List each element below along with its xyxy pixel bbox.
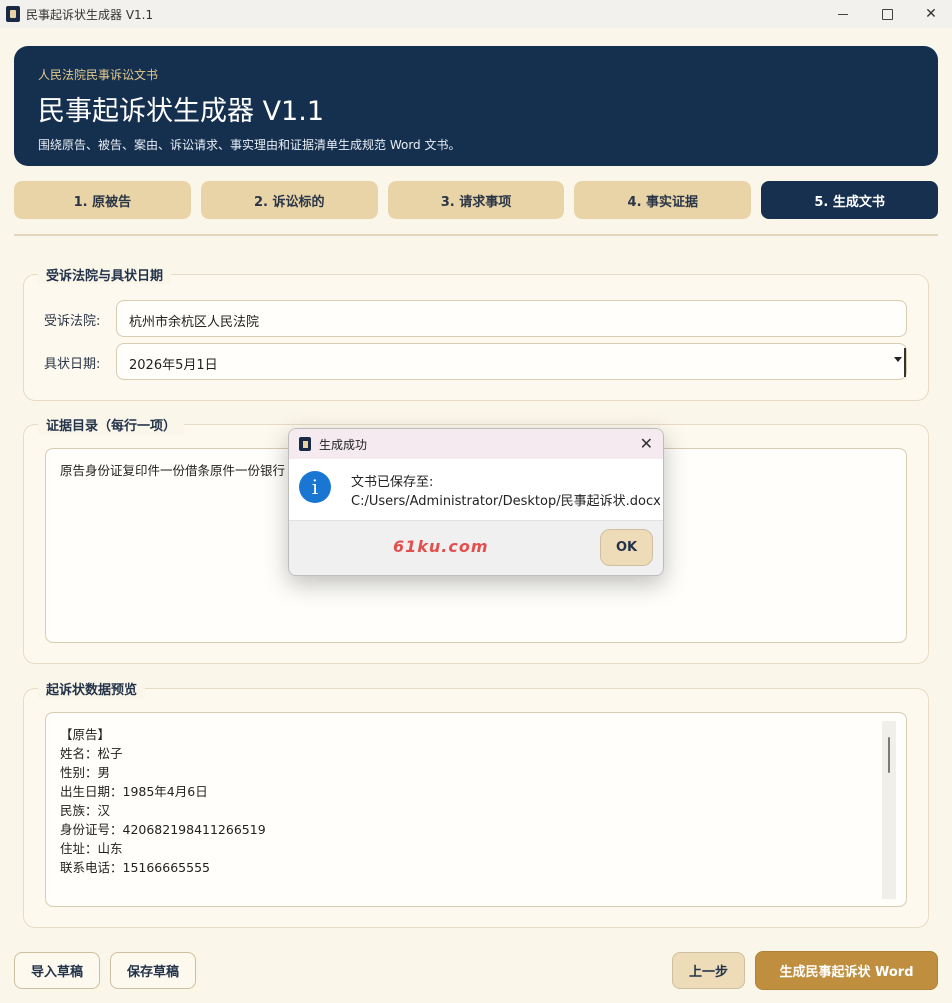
preview-line: 联系电话：15166665555	[60, 860, 210, 875]
date-value: 2026年5月1日	[129, 358, 218, 373]
preview-line: 【原告】	[60, 727, 111, 742]
preview-textarea[interactable]: 【原告】 姓名：松子 性别：男 出生日期：1985年4月6日 民族：汉 身份证号…	[45, 712, 907, 907]
ok-button[interactable]: OK	[600, 529, 653, 566]
chevron-down-icon[interactable]	[894, 357, 902, 362]
dialog-title-bar: 生成成功 ✕	[289, 429, 663, 459]
preview-line: 出生日期：1985年4月6日	[60, 784, 208, 799]
preview-line: 身份证号：420682198411266519	[60, 822, 266, 837]
title-bar: 民事起诉状生成器 V1.1 ✕	[0, 0, 952, 28]
court-group-title: 受诉法院与具状日期	[38, 265, 172, 284]
preview-group-title: 起诉状数据预览	[38, 679, 146, 698]
preview-line: 住址：山东	[60, 841, 123, 856]
tab-claims[interactable]: 3. 请求事项	[387, 181, 565, 219]
app-icon	[299, 437, 311, 451]
app-icon	[6, 6, 20, 22]
court-label: 受诉法院:	[44, 314, 101, 329]
scrollbar-thumb[interactable]	[888, 737, 890, 773]
preview-line: 性别：男	[60, 765, 111, 780]
dialog-title: 生成成功	[319, 437, 368, 452]
minimize-icon[interactable]	[820, 0, 866, 28]
window-title: 民事起诉状生成器 V1.1	[26, 7, 154, 22]
step-tabs: 1. 原被告 2. 诉讼标的 3. 请求事项 4. 事实证据 5. 生成文书	[14, 181, 938, 219]
tab-facts-evidence[interactable]: 4. 事实证据	[574, 181, 752, 219]
preview-line: 民族：汉	[60, 803, 111, 818]
court-date-group: 受诉法院与具状日期 受诉法院: 杭州市余杭区人民法院 具状日期: 2026年5月…	[23, 265, 929, 401]
preview-scrollbar[interactable]	[882, 721, 896, 899]
preview-line: 姓名：松子	[60, 746, 123, 761]
dialog-message-line: 文书已保存至:	[351, 475, 434, 490]
success-dialog: 生成成功 ✕ i 文书已保存至: C:/Users/Administrator/…	[288, 428, 664, 576]
tab-parties[interactable]: 1. 原被告	[14, 181, 191, 219]
header-subtitle: 人民法院民事诉讼文书	[38, 68, 159, 82]
prev-step-button[interactable]: 上一步	[672, 952, 745, 989]
app-header: 人民法院民事诉讼文书 民事起诉状生成器 V1.1 围绕原告、被告、案由、诉讼请求…	[14, 46, 938, 166]
import-draft-button[interactable]: 导入草稿	[14, 952, 100, 989]
tab-subject[interactable]: 2. 诉讼标的	[200, 181, 378, 219]
evidence-text: 原告身份证复印件一份借条原件一份银行	[60, 463, 286, 478]
info-icon: i	[299, 471, 331, 503]
dialog-path: C:/Users/Administrator/Desktop/民事起诉状.doc…	[351, 494, 661, 509]
dialog-body: i 文书已保存至: C:/Users/Administrator/Desktop…	[289, 459, 663, 519]
preview-group: 起诉状数据预览 【原告】 姓名：松子 性别：男 出生日期：1985年4月6日 民…	[23, 679, 929, 928]
evidence-group-title: 证据目录（每行一项）	[38, 415, 185, 434]
combo-edge	[904, 348, 906, 377]
close-icon[interactable]: ✕	[640, 434, 653, 453]
date-select[interactable]: 2026年5月1日	[116, 343, 907, 380]
tab-generate[interactable]: 5. 生成文书	[761, 181, 938, 219]
header-description: 围绕原告、被告、案由、诉讼请求、事实理由和证据清单生成规范 Word 文书。	[38, 138, 461, 152]
court-input[interactable]: 杭州市余杭区人民法院	[116, 300, 907, 337]
save-draft-button[interactable]: 保存草稿	[110, 952, 196, 989]
maximize-icon[interactable]	[864, 0, 910, 28]
close-icon[interactable]: ✕	[908, 0, 952, 28]
tab-divider	[14, 234, 938, 236]
generate-word-button[interactable]: 生成民事起诉状 Word	[755, 951, 938, 990]
header-title: 民事起诉状生成器 V1.1	[38, 96, 324, 127]
dialog-message: 文书已保存至: C:/Users/Administrator/Desktop/民…	[351, 473, 661, 511]
dialog-footer: 61ku.com OK	[289, 520, 663, 575]
watermark: 61ku.com	[393, 537, 489, 556]
date-label: 具状日期:	[44, 357, 101, 372]
